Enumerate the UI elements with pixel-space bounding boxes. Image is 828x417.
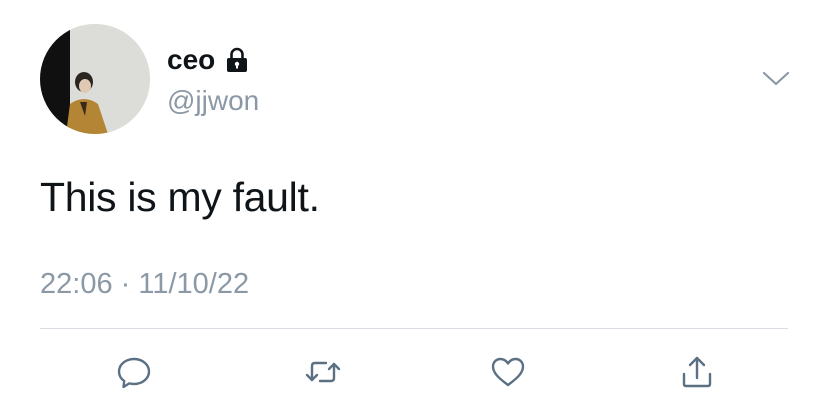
display-name-text: ceo bbox=[167, 44, 216, 75]
tweet-date[interactable]: 11/10/22 bbox=[138, 268, 249, 300]
retweet-arrows-icon bbox=[305, 361, 341, 383]
like-button[interactable] bbox=[488, 352, 528, 392]
user-handle[interactable]: @jjwon bbox=[167, 85, 259, 117]
heart-icon bbox=[491, 357, 525, 387]
tweet-timestamp: 22:06 · 11/10/22 bbox=[40, 266, 249, 302]
lock-icon bbox=[223, 46, 251, 74]
tweet-card: ceo @jjwon This is my fault. 22:06 · 11/… bbox=[0, 0, 828, 417]
reply-button[interactable] bbox=[114, 352, 154, 392]
divider bbox=[40, 328, 788, 329]
display-name[interactable]: ceo bbox=[167, 44, 251, 76]
chevron-down-icon[interactable] bbox=[758, 62, 794, 94]
speech-bubble-icon bbox=[117, 357, 151, 389]
tweet-time[interactable]: 22:06 bbox=[40, 268, 113, 300]
tweet-text: This is my fault. bbox=[40, 174, 320, 220]
timestamp-separator: · bbox=[120, 268, 131, 300]
share-upload-icon bbox=[682, 356, 712, 388]
user-avatar[interactable] bbox=[40, 24, 150, 134]
share-button[interactable] bbox=[677, 352, 717, 392]
retweet-button[interactable] bbox=[303, 352, 343, 392]
avatar-photo-icon bbox=[40, 24, 150, 134]
